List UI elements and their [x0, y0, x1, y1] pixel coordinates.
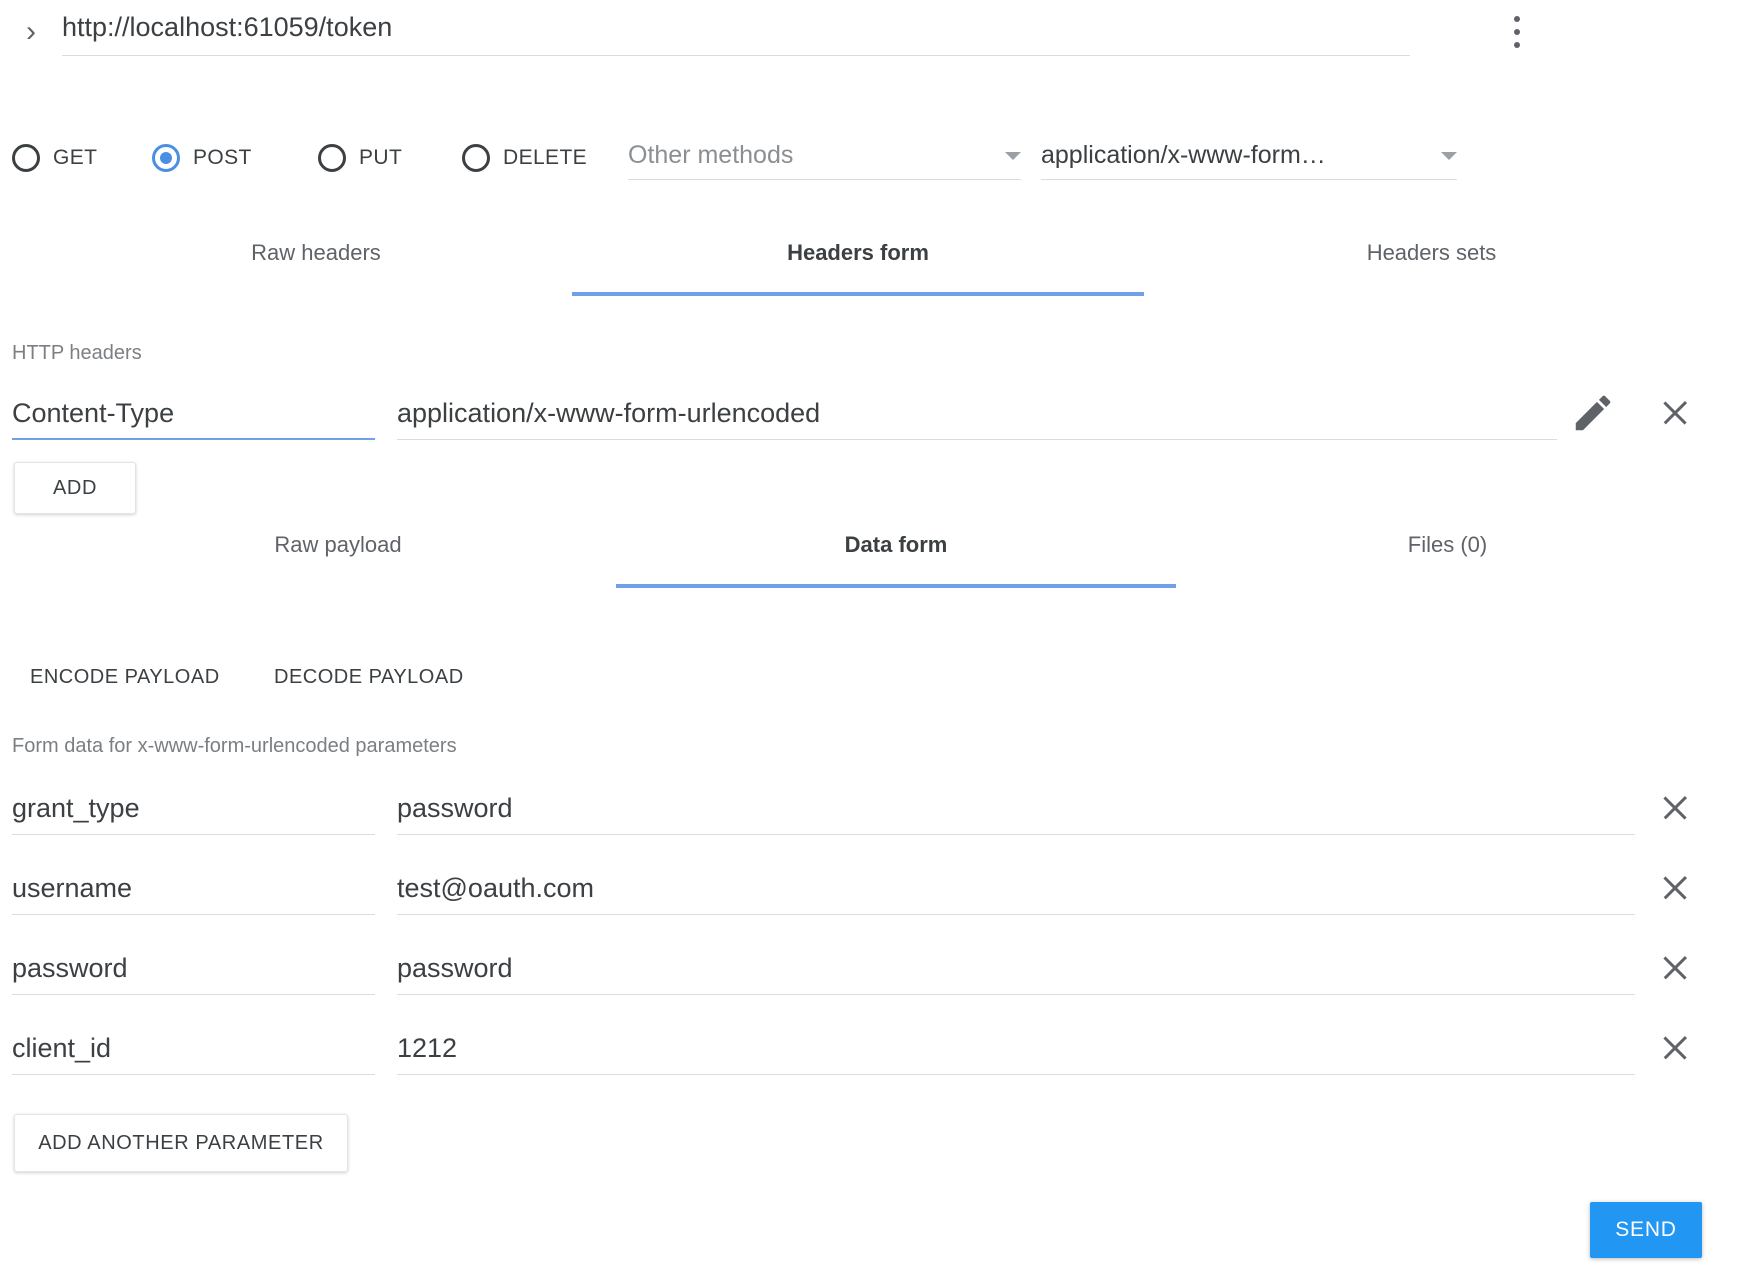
data-form-row	[0, 945, 1742, 1001]
close-icon	[1663, 401, 1687, 425]
tab-raw-payload-label: Raw payload	[274, 532, 402, 557]
content-type-select[interactable]: application/x-www-form…	[1041, 132, 1457, 180]
add-another-parameter-button[interactable]: ADD ANOTHER PARAMETER	[14, 1114, 348, 1172]
content-type-value: application/x-www-form…	[1041, 141, 1326, 169]
param-value-input[interactable]	[397, 785, 1635, 831]
param-name-field	[12, 865, 375, 915]
payload-tab-strip: Raw payload Data form Files (0)	[0, 518, 1742, 588]
delete-param-button[interactable]	[1652, 865, 1698, 911]
tab-headers-sets[interactable]: Headers sets	[1144, 226, 1719, 296]
delete-param-button[interactable]	[1652, 1025, 1698, 1071]
http-method-row: GET POST PUT DELETE Other methods applic…	[0, 132, 1742, 188]
tab-raw-headers[interactable]: Raw headers	[60, 226, 572, 296]
param-value-field	[397, 945, 1635, 995]
tab-headers-form-label: Headers form	[787, 240, 929, 265]
tab-headers-form[interactable]: Headers form	[572, 226, 1144, 296]
param-value-field	[397, 785, 1635, 835]
tab-underline	[616, 584, 1176, 588]
close-icon	[1663, 1036, 1687, 1060]
method-label-post: POST	[193, 146, 252, 169]
radio-circle-delete	[462, 144, 490, 172]
method-radio-post[interactable]: POST	[152, 132, 252, 184]
param-name-input[interactable]	[12, 865, 375, 911]
method-radio-get[interactable]: GET	[12, 132, 97, 184]
tab-data-form[interactable]: Data form	[616, 518, 1176, 588]
add-header-button[interactable]: ADD	[14, 462, 136, 514]
url-bar: ›	[0, 0, 1742, 72]
decode-payload-button[interactable]: DECODE PAYLOAD	[270, 660, 468, 695]
param-name-field	[12, 785, 375, 835]
param-value-input[interactable]	[397, 1025, 1635, 1071]
data-form-row	[0, 1025, 1742, 1081]
send-button[interactable]: SEND	[1590, 1202, 1702, 1258]
param-name-field	[12, 1025, 375, 1075]
radio-circle-post	[152, 144, 180, 172]
method-label-put: PUT	[359, 146, 403, 169]
method-label-get: GET	[53, 146, 98, 169]
chevron-down-icon	[1441, 151, 1457, 160]
delete-header-button[interactable]	[1652, 390, 1698, 436]
header-name-field	[12, 390, 375, 440]
other-methods-select[interactable]: Other methods	[628, 132, 1021, 180]
param-value-field	[397, 1025, 1635, 1075]
headers-tab-strip: Raw headers Headers form Headers sets	[0, 226, 1742, 296]
http-headers-label: HTTP headers	[12, 342, 142, 364]
data-form-row	[0, 785, 1742, 841]
header-value-field	[397, 390, 1557, 440]
method-radio-delete[interactable]: DELETE	[462, 132, 587, 184]
radio-circle-get	[12, 144, 40, 172]
param-name-field	[12, 945, 375, 995]
encode-payload-button[interactable]: ENCODE PAYLOAD	[26, 660, 224, 695]
param-name-input[interactable]	[12, 785, 375, 831]
radio-circle-put	[318, 144, 346, 172]
method-radio-put[interactable]: PUT	[318, 132, 402, 184]
chevron-right-icon[interactable]: ›	[14, 12, 48, 52]
param-value-field	[397, 865, 1635, 915]
url-input[interactable]	[62, 8, 1410, 49]
delete-param-button[interactable]	[1652, 785, 1698, 831]
header-row	[0, 390, 1742, 446]
url-field-wrapper	[62, 8, 1410, 56]
pencil-icon[interactable]	[1570, 390, 1616, 436]
param-name-input[interactable]	[12, 945, 375, 991]
tab-underline	[572, 292, 1144, 296]
close-icon	[1663, 876, 1687, 900]
delete-param-button[interactable]	[1652, 945, 1698, 991]
tab-files[interactable]: Files (0)	[1176, 518, 1719, 588]
other-methods-value: Other methods	[628, 141, 794, 169]
form-data-label: Form data for x-www-form-urlencoded para…	[12, 735, 457, 757]
param-name-input[interactable]	[12, 1025, 375, 1071]
tab-headers-sets-label: Headers sets	[1366, 240, 1497, 265]
header-value-input[interactable]	[397, 390, 1557, 436]
method-label-delete: DELETE	[503, 146, 588, 169]
header-name-input[interactable]	[12, 390, 375, 436]
more-vertical-icon[interactable]	[1505, 16, 1529, 60]
param-value-input[interactable]	[397, 945, 1635, 991]
tab-raw-headers-label: Raw headers	[251, 240, 381, 265]
tab-files-label: Files (0)	[1407, 532, 1488, 557]
close-icon	[1663, 956, 1687, 980]
close-icon	[1663, 796, 1687, 820]
tab-data-form-label: Data form	[844, 532, 948, 557]
tab-raw-payload[interactable]: Raw payload	[60, 518, 616, 588]
data-form-row	[0, 865, 1742, 921]
param-value-input[interactable]	[397, 865, 1635, 911]
chevron-down-icon	[1005, 151, 1021, 160]
